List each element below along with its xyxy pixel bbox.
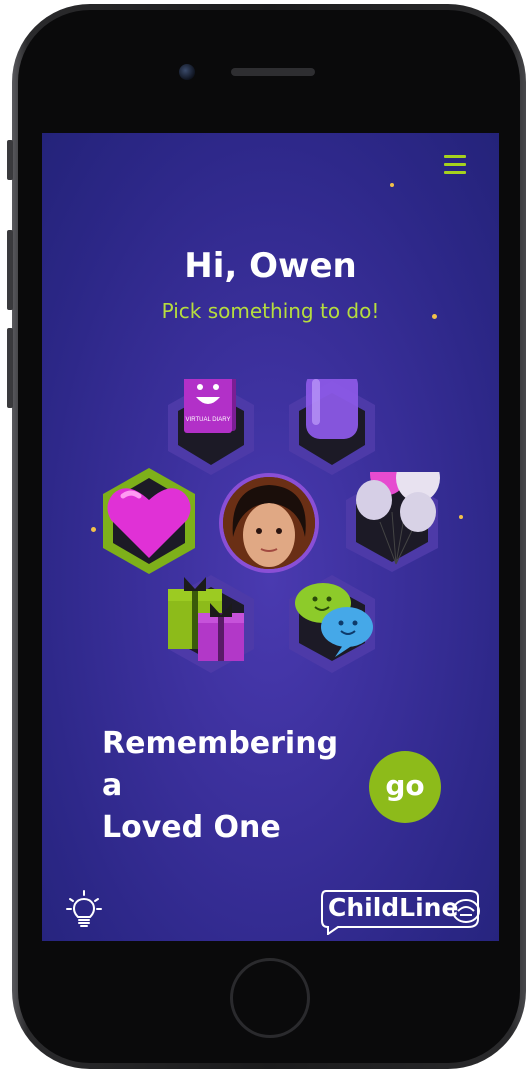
jar-icon [306,379,358,439]
sparkle-dot [91,527,96,532]
lightbulb-icon[interactable] [66,889,102,929]
activity-gifts[interactable] [164,573,258,673]
earpiece-speaker [231,68,315,76]
mute-switch [7,140,13,180]
go-button[interactable]: go [369,751,441,823]
childline-logo[interactable]: ChildLine [318,885,488,935]
activity-jar[interactable] [285,379,379,475]
diary-book-icon: VIRTUAL DIARY [184,379,236,433]
app-screen: Hi, Owen Pick something to do! VIRTUAL D… [42,133,499,941]
activity-balloons[interactable] [344,472,440,572]
childline-logo-text: ChildLine [328,893,459,922]
svg-text:VIRTUAL DIARY: VIRTUAL DIARY [186,417,231,423]
home-button[interactable] [230,958,310,1038]
volume-down-button [7,328,13,408]
hamburger-menu-icon[interactable] [444,155,466,175]
activity-heart[interactable] [101,466,197,576]
greeting-subtitle: Pick something to do! [161,299,380,323]
activity-chat[interactable] [285,573,379,673]
greeting-title: Hi, Owen [184,246,357,286]
sparkle-dot [459,515,463,519]
volume-up-button [7,230,13,310]
profile-photo[interactable] [219,473,319,573]
activity-title-line-2: Loved One [102,810,281,845]
activity-title: Remembering a Loved One [102,723,362,849]
activity-title-line-1: Remembering a [102,726,339,803]
sparkle-dot [390,183,394,187]
front-camera [179,64,195,80]
activity-virtual-diary[interactable]: VIRTUAL DIARY [164,379,258,475]
